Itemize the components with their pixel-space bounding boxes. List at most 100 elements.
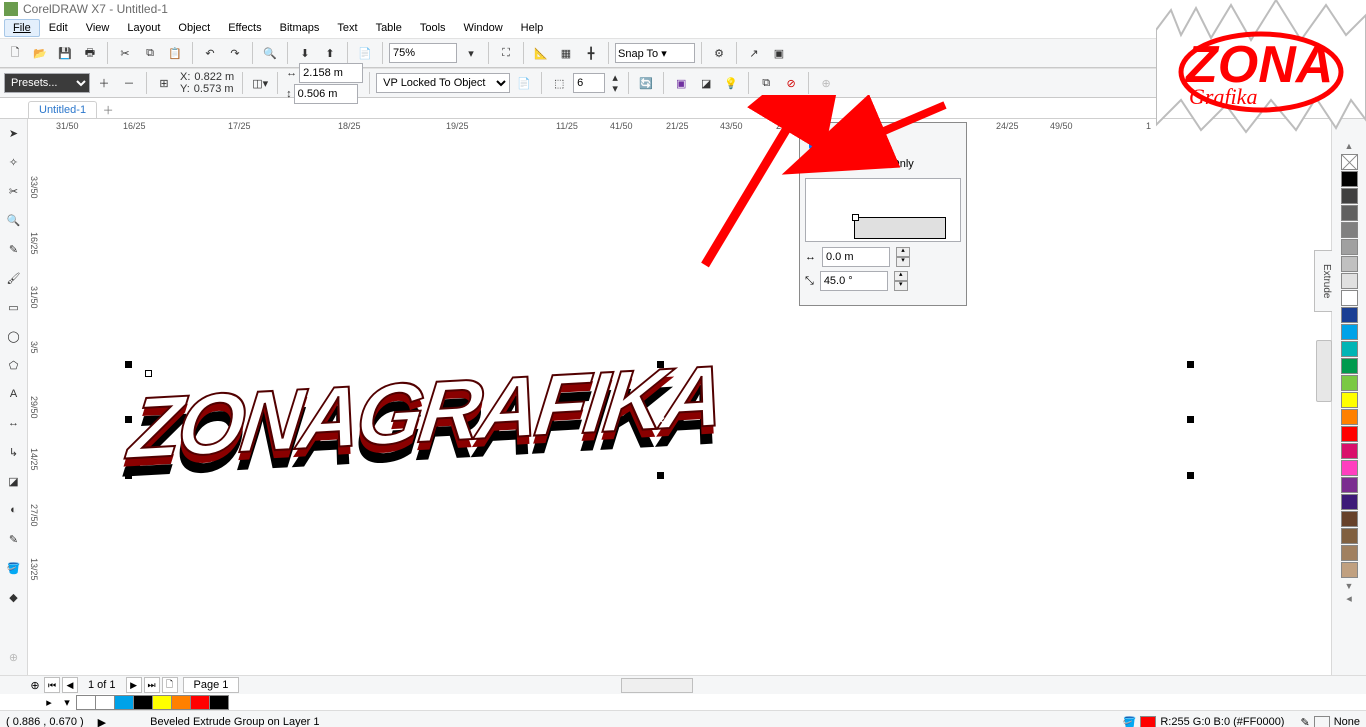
obj-width-input[interactable]: [299, 63, 363, 83]
menu-edit[interactable]: Edit: [40, 19, 77, 37]
document-tab[interactable]: Untitled-1: [28, 101, 97, 118]
menu-view[interactable]: View: [77, 19, 119, 37]
vertical-ruler[interactable]: 33/50 16/25 31/50 3/5 29/50 14/25 27/50 …: [28, 136, 46, 675]
doc-palette-menu-icon[interactable]: ▾: [58, 696, 76, 709]
publish-pdf-icon[interactable]: 📄: [354, 42, 376, 64]
outline-swatch[interactable]: [1314, 716, 1330, 727]
selection-handle[interactable]: [145, 370, 152, 377]
polygon-tool-icon[interactable]: ⬠: [2, 353, 26, 377]
palette-swatch[interactable]: [1341, 205, 1358, 221]
selection-handle[interactable]: [1187, 416, 1194, 423]
export-icon[interactable]: ⬆: [319, 42, 341, 64]
palette-swatch[interactable]: [1341, 171, 1358, 187]
menu-bitmaps[interactable]: Bitmaps: [271, 19, 329, 37]
palette-swatch[interactable]: [1341, 188, 1358, 204]
palette-swatch[interactable]: [1341, 477, 1358, 493]
palette-swatch-none[interactable]: [1341, 154, 1358, 170]
palette-swatch[interactable]: [1341, 341, 1358, 357]
save-icon[interactable]: 💾: [54, 42, 76, 64]
palette-swatch[interactable]: [1341, 494, 1358, 510]
fill-indicator-icon[interactable]: 🪣: [1123, 716, 1137, 727]
palette-swatch[interactable]: [1341, 511, 1358, 527]
options-icon[interactable]: ⚙: [708, 42, 730, 64]
shape-tool-icon[interactable]: ✧: [2, 150, 26, 174]
palette-swatch[interactable]: [1341, 256, 1358, 272]
transparency-tool-icon[interactable]: ◐: [2, 498, 26, 522]
palette-swatch[interactable]: [1341, 222, 1358, 238]
palette-swatch[interactable]: [1341, 239, 1358, 255]
copy-extrude-icon[interactable]: ⧉: [755, 72, 777, 94]
freehand-tool-icon[interactable]: ✎: [2, 237, 26, 261]
palette-swatch[interactable]: [1341, 324, 1358, 340]
play-icon[interactable]: ▶: [98, 716, 106, 727]
pick-tool-icon[interactable]: ➤: [2, 121, 26, 145]
selection-handle[interactable]: [657, 472, 664, 479]
rectangle-tool-icon[interactable]: ▭: [2, 295, 26, 319]
menu-file[interactable]: File: [4, 19, 40, 37]
zoom-tool-icon[interactable]: 🔍: [2, 208, 26, 232]
extrude-lighting-icon[interactable]: 💡: [720, 72, 742, 94]
preset-remove-icon[interactable]: －: [118, 72, 140, 94]
fullscreen-icon[interactable]: ⛶: [495, 42, 517, 64]
palette-swatch[interactable]: [1341, 358, 1358, 374]
preset-add-icon[interactable]: ＋: [93, 72, 115, 94]
cut-icon[interactable]: ✂: [114, 42, 136, 64]
zoom-dropdown-icon[interactable]: ▾: [460, 42, 482, 64]
horizontal-scrollbar-thumb[interactable]: [621, 678, 693, 693]
palette-swatch[interactable]: [1341, 392, 1358, 408]
new-icon[interactable]: 🗋: [4, 42, 26, 64]
undo-icon[interactable]: ↶: [199, 42, 221, 64]
depth-input[interactable]: [573, 73, 605, 93]
copy-icon[interactable]: ⧉: [139, 42, 161, 64]
add-icon[interactable]: ⊕: [815, 72, 837, 94]
palette-up-icon[interactable]: ▲: [1345, 141, 1354, 151]
toolbox-add-icon[interactable]: ⊕: [2, 645, 26, 669]
menu-text[interactable]: Text: [328, 19, 366, 37]
obj-height-input[interactable]: [294, 84, 358, 104]
palette-swatch[interactable]: [1341, 426, 1358, 442]
palette-swatch[interactable]: [1341, 528, 1358, 544]
doc-palette-swatch[interactable]: [172, 695, 191, 710]
palette-swatch[interactable]: [1341, 443, 1358, 459]
palette-swatch[interactable]: [1341, 409, 1358, 425]
open-icon[interactable]: 📂: [29, 42, 51, 64]
menu-layout[interactable]: Layout: [118, 19, 169, 37]
palette-swatch[interactable]: [1341, 290, 1358, 306]
ruler-icon[interactable]: 📐: [530, 42, 552, 64]
extrude-bevel-icon[interactable]: ◪: [695, 72, 717, 94]
drawing-canvas[interactable]: ZONAGRAFIKA ZONAGRAFIKA ZONAGRAFIKA ✕: [45, 136, 1331, 675]
selection-handle[interactable]: [1187, 361, 1194, 368]
prev-page-button[interactable]: ◀: [62, 677, 78, 693]
presets-dropdown[interactable]: Presets...: [4, 73, 90, 93]
smart-fill-icon[interactable]: ◆: [2, 585, 26, 609]
palette-swatch[interactable]: [1341, 307, 1358, 323]
app-launch-icon[interactable]: ▣: [768, 42, 790, 64]
doc-palette-left-icon[interactable]: ▸: [40, 696, 58, 709]
page-tab[interactable]: Page 1: [183, 677, 240, 693]
selection-handle[interactable]: [125, 416, 132, 423]
paste-icon[interactable]: 📋: [164, 42, 186, 64]
parallel-dim-icon[interactable]: ↔: [2, 411, 26, 435]
last-page-button[interactable]: ⏭: [144, 677, 160, 693]
add-page-button[interactable]: 🗋: [162, 677, 178, 693]
fill-swatch[interactable]: [1140, 716, 1156, 727]
next-page-button[interactable]: ▶: [126, 677, 142, 693]
artwork-object[interactable]: ZONAGRAFIKA ZONAGRAFIKA ZONAGRAFIKA: [118, 337, 1222, 529]
selection-handle[interactable]: [125, 472, 132, 479]
menu-window[interactable]: Window: [455, 19, 512, 37]
vp-page-icon[interactable]: 📄: [513, 72, 535, 94]
doc-palette-swatch[interactable]: [134, 695, 153, 710]
selection-handle[interactable]: [1187, 472, 1194, 479]
menu-tools[interactable]: Tools: [411, 19, 455, 37]
spin-down[interactable]: ▾: [894, 281, 908, 291]
extrude-color-icon[interactable]: ▣: [670, 72, 692, 94]
guides-icon[interactable]: ╋: [580, 42, 602, 64]
grid-icon[interactable]: ▦: [555, 42, 577, 64]
extrude-type-icon[interactable]: ◫▾: [249, 72, 271, 94]
add-document-icon[interactable]: ＋: [100, 102, 116, 118]
snap-to-dropdown[interactable]: Snap To ▾: [615, 43, 695, 63]
outline-indicator-icon[interactable]: ✎: [1300, 716, 1309, 727]
redo-icon[interactable]: ↷: [224, 42, 246, 64]
palette-flyout-icon[interactable]: ◂: [1346, 592, 1352, 605]
palette-swatch[interactable]: [1341, 562, 1358, 578]
